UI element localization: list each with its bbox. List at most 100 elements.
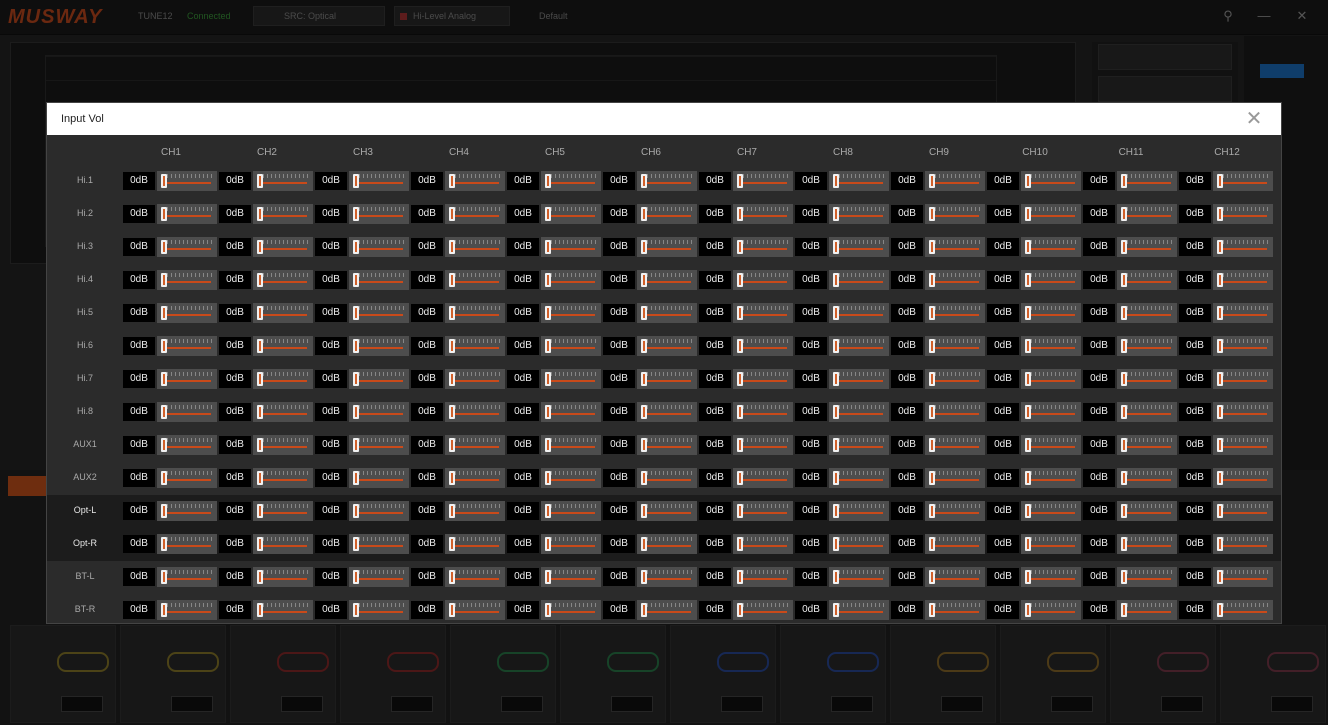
db-value-input[interactable]: 0dB xyxy=(987,172,1019,190)
slider-knob[interactable] xyxy=(929,339,935,353)
slider-knob[interactable] xyxy=(833,372,839,386)
db-value-input[interactable]: 0dB xyxy=(603,304,635,322)
volume-slider[interactable] xyxy=(925,270,985,290)
db-value-input[interactable]: 0dB xyxy=(603,469,635,487)
volume-slider[interactable] xyxy=(829,303,889,323)
db-value-input[interactable]: 0dB xyxy=(699,238,731,256)
db-value-input[interactable]: 0dB xyxy=(891,304,923,322)
db-value-input[interactable]: 0dB xyxy=(987,370,1019,388)
slider-knob[interactable] xyxy=(833,537,839,551)
volume-slider[interactable] xyxy=(253,270,313,290)
slider-knob[interactable] xyxy=(833,174,839,188)
volume-slider[interactable] xyxy=(541,171,601,191)
volume-slider[interactable] xyxy=(733,468,793,488)
slider-knob[interactable] xyxy=(1025,405,1031,419)
slider-knob[interactable] xyxy=(449,405,455,419)
slider-knob[interactable] xyxy=(449,471,455,485)
db-value-input[interactable]: 0dB xyxy=(795,535,827,553)
db-value-input[interactable]: 0dB xyxy=(795,205,827,223)
slider-knob[interactable] xyxy=(353,372,359,386)
slider-knob[interactable] xyxy=(545,471,551,485)
volume-slider[interactable] xyxy=(445,303,505,323)
volume-slider[interactable] xyxy=(925,435,985,455)
volume-slider[interactable] xyxy=(829,567,889,587)
slider-knob[interactable] xyxy=(929,570,935,584)
db-value-input[interactable]: 0dB xyxy=(1083,469,1115,487)
db-value-input[interactable]: 0dB xyxy=(1083,535,1115,553)
volume-slider[interactable] xyxy=(349,468,409,488)
slider-knob[interactable] xyxy=(929,504,935,518)
slider-knob[interactable] xyxy=(257,471,263,485)
slider-knob[interactable] xyxy=(1121,405,1127,419)
db-value-input[interactable]: 0dB xyxy=(891,370,923,388)
volume-slider[interactable] xyxy=(1213,336,1273,356)
slider-knob[interactable] xyxy=(161,504,167,518)
db-value-input[interactable]: 0dB xyxy=(507,337,539,355)
volume-slider[interactable] xyxy=(925,171,985,191)
db-value-input[interactable]: 0dB xyxy=(507,502,539,520)
volume-slider[interactable] xyxy=(829,435,889,455)
volume-slider[interactable] xyxy=(637,336,697,356)
slider-knob[interactable] xyxy=(545,240,551,254)
volume-slider[interactable] xyxy=(1021,435,1081,455)
slider-knob[interactable] xyxy=(353,603,359,617)
slider-knob[interactable] xyxy=(257,174,263,188)
slider-knob[interactable] xyxy=(737,372,743,386)
slider-knob[interactable] xyxy=(641,372,647,386)
db-value-input[interactable]: 0dB xyxy=(1179,568,1211,586)
volume-slider[interactable] xyxy=(829,600,889,620)
db-value-input[interactable]: 0dB xyxy=(699,271,731,289)
volume-slider[interactable] xyxy=(829,402,889,422)
db-value-input[interactable]: 0dB xyxy=(891,502,923,520)
volume-slider[interactable] xyxy=(1117,204,1177,224)
db-value-input[interactable]: 0dB xyxy=(507,469,539,487)
slider-knob[interactable] xyxy=(1121,570,1127,584)
volume-slider[interactable] xyxy=(349,534,409,554)
volume-slider[interactable] xyxy=(637,567,697,587)
db-value-input[interactable]: 0dB xyxy=(891,601,923,619)
db-value-input[interactable]: 0dB xyxy=(1179,172,1211,190)
slider-knob[interactable] xyxy=(353,471,359,485)
volume-slider[interactable] xyxy=(349,600,409,620)
slider-knob[interactable] xyxy=(449,537,455,551)
slider-knob[interactable] xyxy=(545,438,551,452)
db-value-input[interactable]: 0dB xyxy=(123,535,155,553)
slider-knob[interactable] xyxy=(257,306,263,320)
volume-slider[interactable] xyxy=(445,237,505,257)
db-value-input[interactable]: 0dB xyxy=(315,502,347,520)
db-value-input[interactable]: 0dB xyxy=(603,238,635,256)
slider-knob[interactable] xyxy=(1025,273,1031,287)
db-value-input[interactable]: 0dB xyxy=(795,436,827,454)
volume-slider[interactable] xyxy=(925,402,985,422)
volume-slider[interactable] xyxy=(1117,402,1177,422)
db-value-input[interactable]: 0dB xyxy=(219,601,251,619)
volume-slider[interactable] xyxy=(733,435,793,455)
slider-knob[interactable] xyxy=(1121,174,1127,188)
volume-slider[interactable] xyxy=(445,270,505,290)
db-value-input[interactable]: 0dB xyxy=(1179,370,1211,388)
volume-slider[interactable] xyxy=(541,336,601,356)
volume-slider[interactable] xyxy=(253,336,313,356)
slider-knob[interactable] xyxy=(929,537,935,551)
volume-slider[interactable] xyxy=(541,204,601,224)
volume-slider[interactable] xyxy=(925,501,985,521)
slider-knob[interactable] xyxy=(1025,438,1031,452)
volume-slider[interactable] xyxy=(157,600,217,620)
slider-knob[interactable] xyxy=(257,372,263,386)
slider-knob[interactable] xyxy=(1217,207,1223,221)
slider-knob[interactable] xyxy=(1217,273,1223,287)
volume-slider[interactable] xyxy=(1213,468,1273,488)
slider-knob[interactable] xyxy=(1121,273,1127,287)
close-icon[interactable]: ✕ xyxy=(1243,108,1265,130)
slider-knob[interactable] xyxy=(449,504,455,518)
volume-slider[interactable] xyxy=(541,237,601,257)
db-value-input[interactable]: 0dB xyxy=(123,238,155,256)
db-value-input[interactable]: 0dB xyxy=(1083,370,1115,388)
volume-slider[interactable] xyxy=(157,534,217,554)
volume-slider[interactable] xyxy=(1213,567,1273,587)
slider-knob[interactable] xyxy=(833,438,839,452)
volume-slider[interactable] xyxy=(1117,600,1177,620)
db-value-input[interactable]: 0dB xyxy=(603,436,635,454)
db-value-input[interactable]: 0dB xyxy=(987,403,1019,421)
db-value-input[interactable]: 0dB xyxy=(987,436,1019,454)
